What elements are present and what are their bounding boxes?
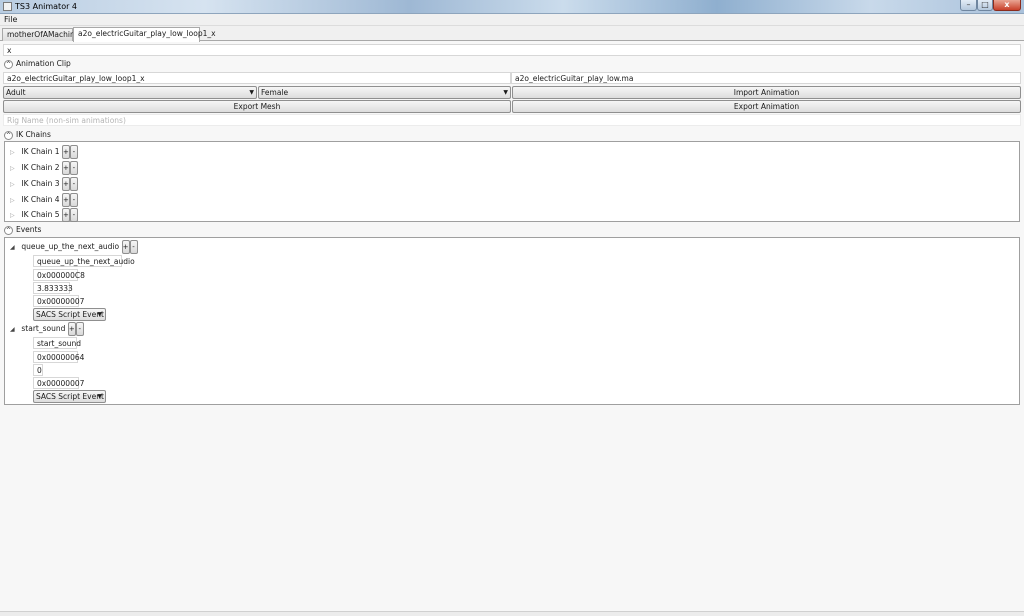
remove-button[interactable]: - [69,177,78,191]
ik-chain-row[interactable]: ▷ IK Chain 2 + - [10,161,78,175]
event-type-select[interactable]: SACS Script Event ▼ [33,390,106,403]
ik-chains-header[interactable]: ^ IK Chains [4,130,51,141]
tree-collapse-icon[interactable]: ◢ [10,244,19,251]
event-id-field[interactable]: 0x00000064 [33,351,84,363]
tree-expand-icon[interactable]: ▷ [10,181,19,188]
age-value: Adult [6,88,26,97]
gender-value: Female [261,88,289,97]
close-button[interactable]: x [993,0,1021,11]
events-label: Events [16,225,42,234]
event-type-value: SACS Script Event [36,310,104,319]
title-bar: TS3 Animator 4 – □ x [0,0,1024,14]
event-title: queue_up_the_next_audio [21,242,120,251]
remove-button[interactable]: - [75,322,84,336]
ik-chains-label: IK Chains [16,130,51,139]
add-button[interactable]: + [61,145,70,159]
event-header[interactable]: ◢ start_sound + - [10,322,84,336]
event-flags-field[interactable]: 0x00000007 [33,377,84,389]
event-time-field[interactable]: 0 [33,364,43,376]
remove-button[interactable]: - [69,161,78,175]
import-animation-button[interactable]: Import Animation [512,86,1021,99]
events-header[interactable]: ^ Events [4,225,41,236]
event-time-field[interactable]: 3.833333 [33,282,73,294]
tree-expand-icon[interactable]: ▷ [10,165,19,172]
ik-chain-label: IK Chain 3 [21,179,60,188]
dropdown-arrow-icon: ▼ [249,89,254,96]
tree-expand-icon[interactable]: ▷ [10,197,19,204]
remove-button[interactable]: - [129,240,138,254]
menu-file[interactable]: File [4,15,17,24]
add-button[interactable]: + [61,161,70,175]
tab-strip: motherOfAMachine a2o_electricGuitar_play… [0,26,1024,42]
window-bottom-edge [0,611,1024,616]
collapse-icon[interactable]: ^ [4,225,13,235]
dropdown-arrow-icon: ▼ [503,89,508,96]
event-name-field[interactable]: queue_up_the_next_audio [33,255,135,267]
app-icon [3,2,12,11]
ik-chain-label: IK Chain 1 [21,147,60,156]
remove-button[interactable]: - [69,208,78,222]
add-button[interactable]: + [61,193,70,207]
event-title: start_sound [21,324,66,333]
event-type-value: SACS Script Event [36,392,104,401]
source-file-input[interactable]: a2o_electricGuitar_play_low.ma [511,72,1021,84]
tree-expand-icon[interactable]: ▷ [10,212,19,219]
rig-name-input[interactable]: Rig Name (non-sim animations) [3,114,1021,126]
gender-select[interactable]: Female ▼ [258,86,511,99]
clip-name-input[interactable]: a2o_electricGuitar_play_low_loop1_x [3,72,511,84]
tree-collapse-icon[interactable]: ◢ [10,326,19,333]
tab-motherofamachine[interactable]: motherOfAMachine [2,28,79,41]
add-button[interactable]: + [61,177,70,191]
ik-chain-label: IK Chain 5 [21,210,60,219]
tree-expand-icon[interactable]: ▷ [10,149,19,156]
collapse-icon[interactable]: ^ [4,130,13,140]
ik-chain-label: IK Chain 4 [21,195,60,204]
event-header[interactable]: ◢ queue_up_the_next_audio + - [10,240,138,254]
animation-clip-label: Animation Clip [16,59,71,68]
export-animation-button[interactable]: Export Animation [512,100,1021,113]
ik-chains-panel: ▷ IK Chain 1 + - ▷ IK Chain 2 + - ▷ IK Cha… [4,141,1020,222]
age-select[interactable]: Adult ▼ [3,86,257,99]
export-mesh-button[interactable]: Export Mesh [3,100,511,113]
maximize-button[interactable]: □ [977,0,993,11]
add-button[interactable]: + [121,240,130,254]
ik-chain-label: IK Chain 2 [21,163,60,172]
remove-button[interactable]: - [69,145,78,159]
collapse-icon[interactable]: ^ [4,59,13,69]
events-panel: ◢ queue_up_the_next_audio + - queue_up_th… [4,237,1020,405]
remove-button[interactable]: - [69,193,78,207]
ik-chain-row[interactable]: ▷ IK Chain 4 + - [10,193,78,207]
add-button[interactable]: + [67,322,76,336]
ik-chain-row[interactable]: ▷ IK Chain 1 + - [10,145,78,159]
minimize-button[interactable]: – [960,0,977,11]
event-flags-field[interactable]: 0x00000007 [33,295,84,307]
event-type-select[interactable]: SACS Script Event ▼ [33,308,106,321]
dropdown-arrow-icon: ▼ [97,311,102,318]
animation-clip-header[interactable]: ^ Animation Clip [4,59,71,70]
tab-electric-guitar-clip[interactable]: a2o_electricGuitar_play_low_loop1_x [73,27,216,42]
menu-bar: File [0,14,1024,26]
ik-chain-row[interactable]: ▷ IK Chain 3 + - [10,177,78,191]
event-id-field[interactable]: 0x000000C8 [33,269,85,281]
ik-chain-row[interactable]: ▷ IK Chain 5 + - [10,208,78,222]
window-title: TS3 Animator 4 [15,2,78,11]
event-name-field[interactable]: start_sound [33,337,81,349]
add-button[interactable]: + [61,208,70,222]
name-input[interactable]: x [3,44,1021,56]
dropdown-arrow-icon: ▼ [97,393,102,400]
